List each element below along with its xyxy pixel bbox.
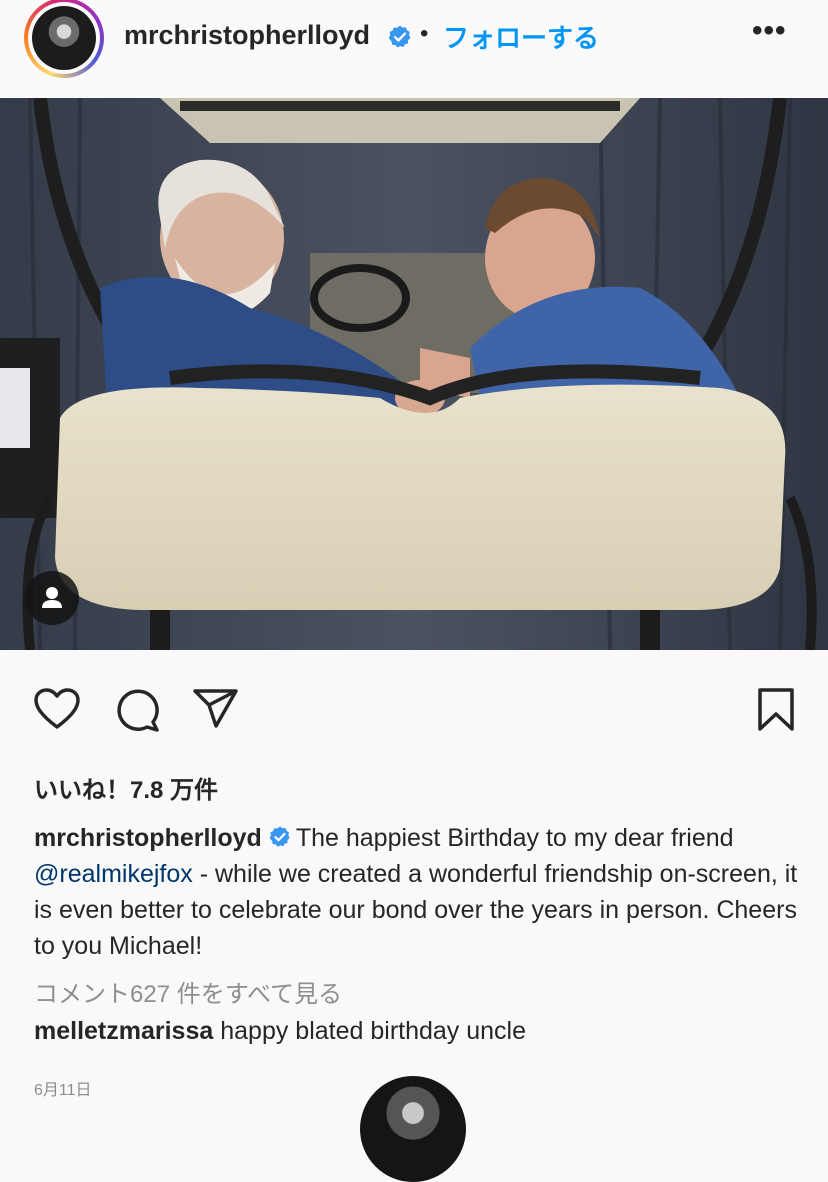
verified-badge-icon (388, 25, 411, 48)
caption-mention-link[interactable]: @realmikejfox (34, 860, 193, 888)
avatar-image (32, 6, 96, 70)
likes-count[interactable]: いいね！7.8 万件 (34, 770, 218, 805)
comment-item: melletzmarissa happy blated birthday unc… (34, 1017, 526, 1046)
post-caption: mrchristopherlloyd The happiest Birthday… (34, 820, 804, 964)
post-header: mrchristopherlloyd • フォローする ••• (0, 0, 828, 98)
follow-button[interactable]: フォローする (443, 18, 599, 55)
comment-text: happy blated birthday uncle (220, 1017, 527, 1045)
action-bar (0, 650, 828, 770)
photo-illustration (0, 98, 828, 650)
comment-bubble-icon[interactable] (113, 687, 161, 733)
heart-icon[interactable] (33, 687, 81, 731)
person-icon (42, 587, 62, 608)
caption-username[interactable]: mrchristopherlloyd (34, 824, 262, 852)
tagged-people-button[interactable] (25, 571, 79, 625)
post-username[interactable]: mrchristopherlloyd (124, 20, 370, 51)
more-options-button[interactable]: ••• (752, 14, 787, 48)
post-photo[interactable] (0, 98, 828, 650)
paper-plane-icon[interactable] (192, 688, 240, 730)
separator-dot: • (420, 20, 429, 47)
view-all-comments-link[interactable]: コメント627 件をすべて見る (34, 974, 342, 1009)
post-date: 6月11日 (34, 1082, 92, 1099)
profile-avatar[interactable] (24, 0, 104, 78)
caption-text-part1: The happiest Birthday to my dear friend (295, 824, 734, 852)
comment-username[interactable]: melletzmarissa (34, 1017, 213, 1045)
next-post-avatar[interactable] (360, 1076, 466, 1182)
verified-badge-icon (269, 826, 290, 847)
bookmark-icon[interactable] (756, 687, 796, 733)
